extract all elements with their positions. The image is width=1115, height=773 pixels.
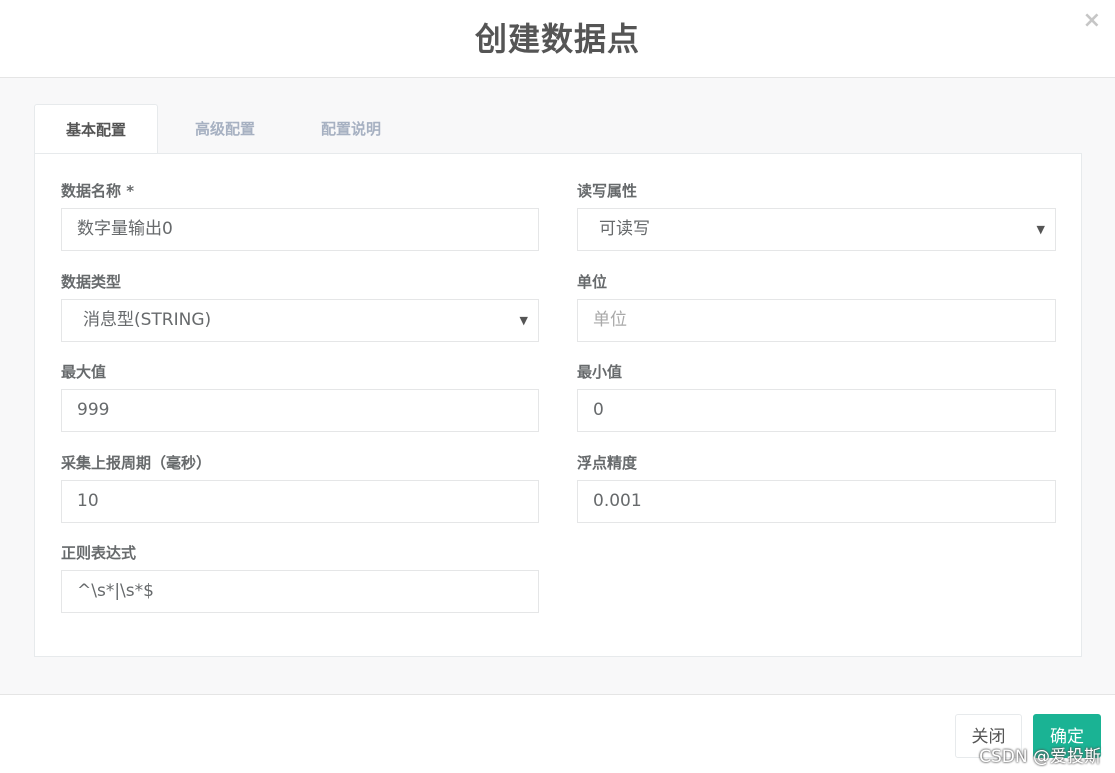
dialog-footer: 关闭 确定 CSDN @爱投斯 (0, 695, 1115, 773)
rw-select[interactable]: 可读写 ▼ (577, 208, 1056, 251)
caret-down-icon: ▼ (1036, 223, 1045, 236)
caret-down-icon: ▼ (519, 314, 528, 327)
precision-label: 浮点精度 (577, 454, 638, 472)
dialog-title: 创建数据点 (474, 20, 640, 58)
period-label: 采集上报周期（毫秒） (61, 454, 212, 472)
unit-label: 单位 (577, 273, 608, 291)
tab-config-help[interactable]: 配置说明 (288, 104, 414, 154)
datatype-select[interactable]: 消息型(STRING) ▼ (61, 299, 539, 342)
tab-advanced-config[interactable]: 高级配置 (162, 104, 288, 154)
unit-input[interactable]: 单位 (577, 299, 1056, 342)
max-label: 最大值 (61, 363, 107, 381)
datatype-label: 数据类型 (61, 273, 122, 291)
datatype-select-value: 消息型(STRING) (83, 310, 212, 330)
dialog-header: 创建数据点 × (0, 0, 1115, 78)
tab-basic-config[interactable]: 基本配置 (34, 104, 158, 154)
min-input[interactable]: 0 (577, 389, 1056, 432)
precision-input[interactable]: 0.001 (577, 480, 1056, 523)
close-icon[interactable]: × (1083, 8, 1101, 33)
rw-select-value: 可读写 (599, 219, 650, 239)
basic-config-panel: 数据名称 * 数字量输出0 读写属性 可读写 ▼ 数据类型 消息型(STRING… (34, 153, 1082, 657)
dialog-body: 基本配置 高级配置 配置说明 数据名称 * 数字量输出0 读写属性 可读写 ▼ … (0, 78, 1115, 695)
name-input[interactable]: 数字量输出0 (61, 208, 539, 251)
rw-label: 读写属性 (577, 182, 638, 200)
regex-input[interactable]: ^\s*|\s*$ (61, 570, 539, 613)
min-label: 最小值 (577, 363, 623, 381)
max-input[interactable]: 999 (61, 389, 539, 432)
period-input[interactable]: 10 (61, 480, 539, 523)
name-label: 数据名称 * (61, 182, 135, 200)
regex-label: 正则表达式 (61, 544, 137, 562)
watermark: CSDN @爱投斯 (979, 747, 1101, 767)
